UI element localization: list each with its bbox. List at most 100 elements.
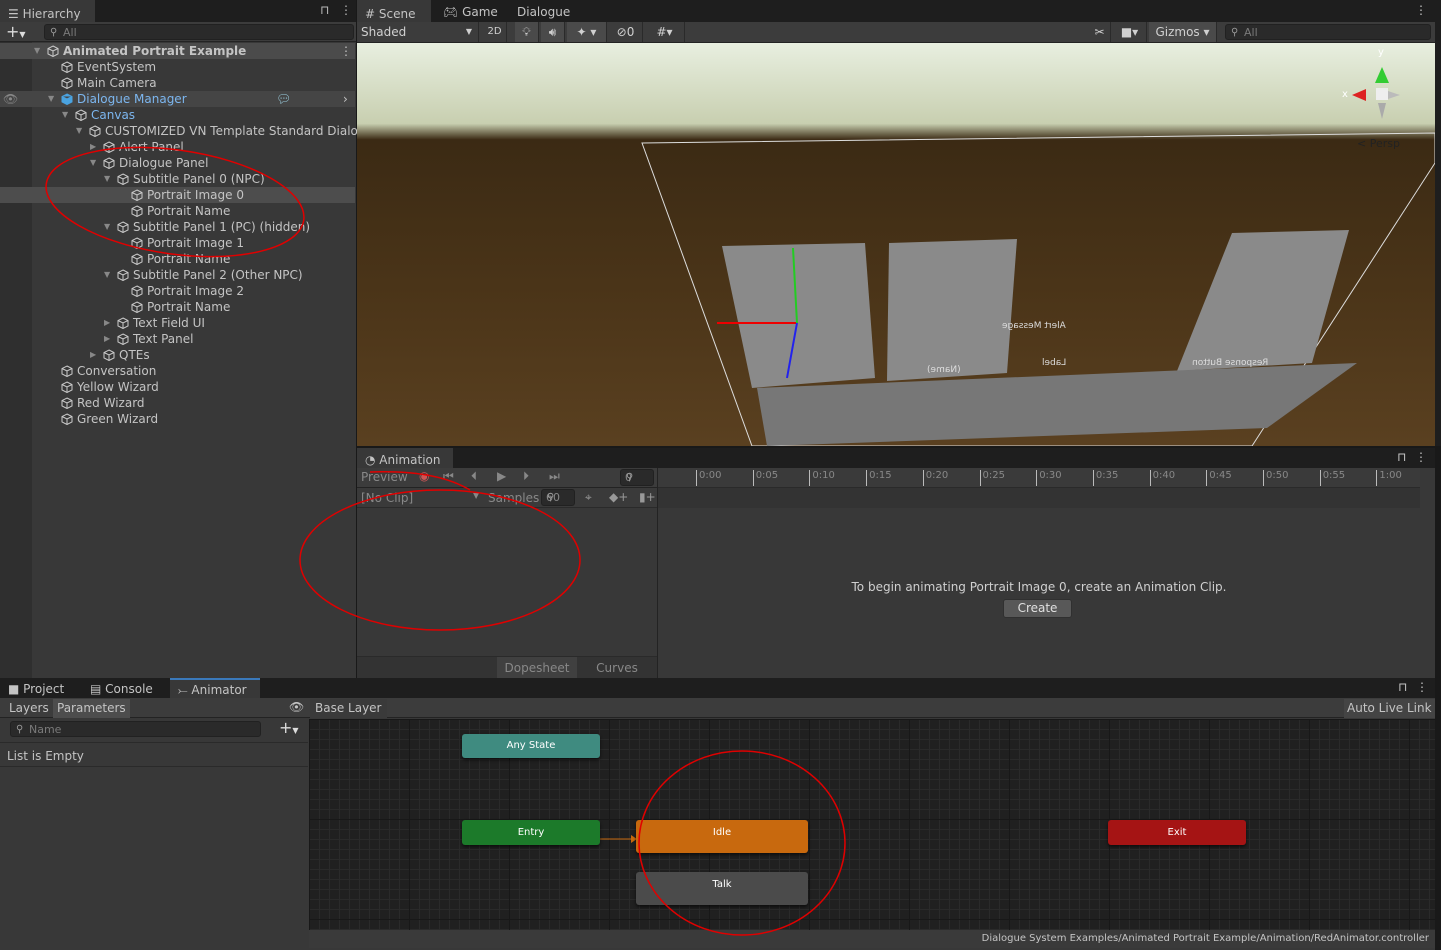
timeline-ruler[interactable]: 0:00 0:05 0:10 0:15 0:20 0:25 0:30 0:35 0:40 0:45… (658, 468, 1420, 488)
toggle-2d-button[interactable]: 2D (483, 22, 507, 42)
add-object-button[interactable]: +▼ (6, 22, 26, 41)
expand-arrow-icon[interactable]: ▶ (90, 139, 96, 155)
tab-animation[interactable]: ◔ Animation (357, 448, 453, 468)
tab-game[interactable]: 🎮︎ Game (435, 0, 506, 22)
hierarchy-item[interactable]: Portrait Name (0, 203, 355, 219)
layers-tab[interactable]: Layers (5, 699, 53, 718)
add-parameter-button[interactable]: +▼ (279, 718, 299, 737)
hierarchy-item[interactable]: Yellow Wizard (0, 379, 355, 395)
preview-button[interactable]: Preview (361, 470, 408, 484)
hidden-objects-toggle[interactable]: ⊘0 (609, 22, 643, 42)
parameters-tab[interactable]: Parameters (53, 699, 130, 718)
dopesheet-tab[interactable]: Dopesheet (497, 657, 577, 679)
more-menu-icon[interactable]: ⋮ (340, 3, 352, 17)
hierarchy-item[interactable]: Portrait Image 1 (0, 235, 355, 251)
projection-label[interactable]: < Persp (1357, 137, 1400, 150)
hierarchy-item[interactable]: Portrait Image 2 (0, 283, 355, 299)
record-button[interactable]: ◉ (419, 469, 429, 483)
hierarchy-item[interactable]: Portrait Image 0 (0, 187, 355, 203)
lighting-icon[interactable]: 💡︎ (515, 22, 539, 42)
hierarchy-item[interactable]: ▼ Animated Portrait Example ⋮ (0, 43, 355, 59)
first-key-button[interactable]: ⏮ (443, 469, 454, 484)
visibility-icon[interactable]: 👁︎ (3, 91, 18, 107)
hierarchy-item[interactable]: Green Wizard (0, 411, 355, 427)
lock-icon[interactable]: ⊓ (1398, 680, 1407, 694)
hierarchy-item[interactable]: ▼ Canvas (0, 107, 355, 123)
state-exit[interactable]: Exit (1108, 820, 1246, 845)
expand-arrow-icon[interactable]: ▼ (104, 171, 110, 187)
expand-arrow-icon[interactable]: ▼ (104, 219, 110, 235)
chevron-right-icon[interactable]: › (343, 91, 348, 107)
samples-field[interactable]: 60 (541, 489, 575, 506)
create-clip-button[interactable]: Create (1003, 599, 1072, 618)
state-any-state[interactable]: Any State (462, 734, 600, 758)
lock-icon[interactable]: ⊓ (1397, 450, 1406, 464)
state-talk[interactable]: Talk (636, 872, 808, 905)
hierarchy-item[interactable]: Conversation (0, 363, 355, 379)
eye-icon[interactable]: 👁︎ (289, 700, 304, 714)
camera-icon[interactable]: ■▾ (1113, 22, 1147, 42)
scene-viewport[interactable]: Alert Message Label (Name) Response Butt… (357, 43, 1435, 446)
clip-dropdown[interactable]: [No Clip] ▼ (361, 491, 481, 505)
hierarchy-item[interactable]: ▶ Text Field UI (0, 315, 355, 331)
expand-arrow-icon[interactable]: ▶ (104, 315, 110, 331)
hierarchy-item[interactable]: EventSystem (0, 59, 355, 75)
add-keyframe-icon[interactable]: ◆+ (609, 490, 628, 504)
tab-dialogue[interactable]: Dialogue (509, 0, 578, 22)
hierarchy-item[interactable]: ▼ Subtitle Panel 2 (Other NPC) (0, 267, 355, 283)
hierarchy-item[interactable]: Red Wizard (0, 395, 355, 411)
orientation-gizmo[interactable]: y x (1342, 47, 1412, 121)
effects-icon[interactable]: ✦ ▾ (567, 22, 607, 42)
tab-console[interactable]: ▤ Console (82, 678, 161, 698)
next-key-button[interactable]: ⏵ (523, 469, 529, 484)
hierarchy-item[interactable]: ▼ Subtitle Panel 0 (NPC) (0, 171, 355, 187)
expand-arrow-icon[interactable]: ▼ (104, 267, 110, 283)
shading-dropdown[interactable]: Shaded ▼ (357, 22, 479, 42)
expand-arrow-icon[interactable]: ▶ (104, 331, 110, 347)
tools-icon[interactable]: ✂ (1089, 22, 1111, 42)
more-menu-icon[interactable]: ⋮ (1416, 680, 1428, 694)
grid-snap-icon[interactable]: #▾ (645, 22, 685, 42)
add-event-icon[interactable]: ▮+ (639, 490, 656, 504)
hierarchy-item[interactable]: ▼ Dialogue Panel (0, 155, 355, 171)
hierarchy-item[interactable]: ▼ Dialogue Manager 👁︎ 💬︎ › (0, 91, 355, 107)
prev-key-button[interactable]: ⏴ (471, 469, 477, 484)
hierarchy-search-input[interactable]: All (44, 24, 354, 40)
hierarchy-item[interactable]: ▶ Text Panel (0, 331, 355, 347)
expand-arrow-icon[interactable]: ▼ (34, 43, 40, 59)
hierarchy-item[interactable]: Main Camera (0, 75, 355, 91)
state-entry[interactable]: Entry (462, 820, 600, 845)
gameobject-cube-icon (61, 413, 73, 426)
tab-animator[interactable]: ⤚ Animator (170, 678, 260, 698)
gizmos-dropdown[interactable]: Gizmos ▾ (1149, 22, 1217, 42)
parameter-search-input[interactable]: Name (10, 721, 261, 737)
hierarchy-item[interactable]: ▼ CUSTOMIZED VN Template Standard Dialogu… (0, 123, 397, 139)
tab-project[interactable]: ■ Project (0, 678, 72, 698)
last-key-button[interactable]: ⏭ (549, 469, 560, 484)
expand-arrow-icon[interactable]: ▼ (62, 107, 68, 123)
filter-selected-icon[interactable]: ⌖ (585, 490, 592, 505)
audio-icon[interactable]: 🔊︎ (541, 22, 565, 42)
hierarchy-item[interactable]: ▼ Subtitle Panel 1 (PC) (hidden) (0, 219, 355, 235)
more-menu-icon[interactable]: ⋮ (340, 43, 352, 59)
hierarchy-item[interactable]: ▶ QTEs (0, 347, 355, 363)
scene-search-input[interactable]: All (1225, 24, 1431, 40)
lock-icon[interactable]: ⊓ (320, 3, 329, 17)
tab-hierarchy[interactable]: ☰ Hierarchy (0, 0, 95, 22)
expand-arrow-icon[interactable]: ▼ (90, 155, 96, 171)
expand-arrow-icon[interactable]: ▼ (76, 123, 82, 139)
breadcrumb-base-layer[interactable]: Base Layer (310, 699, 387, 718)
curves-tab[interactable]: Curves (579, 657, 655, 679)
tab-scene[interactable]: # Scene (357, 0, 431, 22)
state-idle[interactable]: Idle (636, 820, 808, 853)
play-button[interactable]: ▶ (497, 469, 506, 483)
hierarchy-item[interactable]: Portrait Name (0, 299, 355, 315)
more-menu-icon[interactable]: ⋮ (1415, 3, 1427, 17)
hierarchy-item[interactable]: ▶ Alert Panel (0, 139, 355, 155)
auto-live-link-button[interactable]: Auto Live Link (1344, 699, 1435, 718)
frame-field[interactable]: 0 (620, 469, 654, 486)
expand-arrow-icon[interactable]: ▼ (48, 91, 54, 107)
expand-arrow-icon[interactable]: ▶ (90, 347, 96, 363)
more-menu-icon[interactable]: ⋮ (1415, 450, 1427, 464)
hierarchy-item[interactable]: Portrait Name (0, 251, 355, 267)
